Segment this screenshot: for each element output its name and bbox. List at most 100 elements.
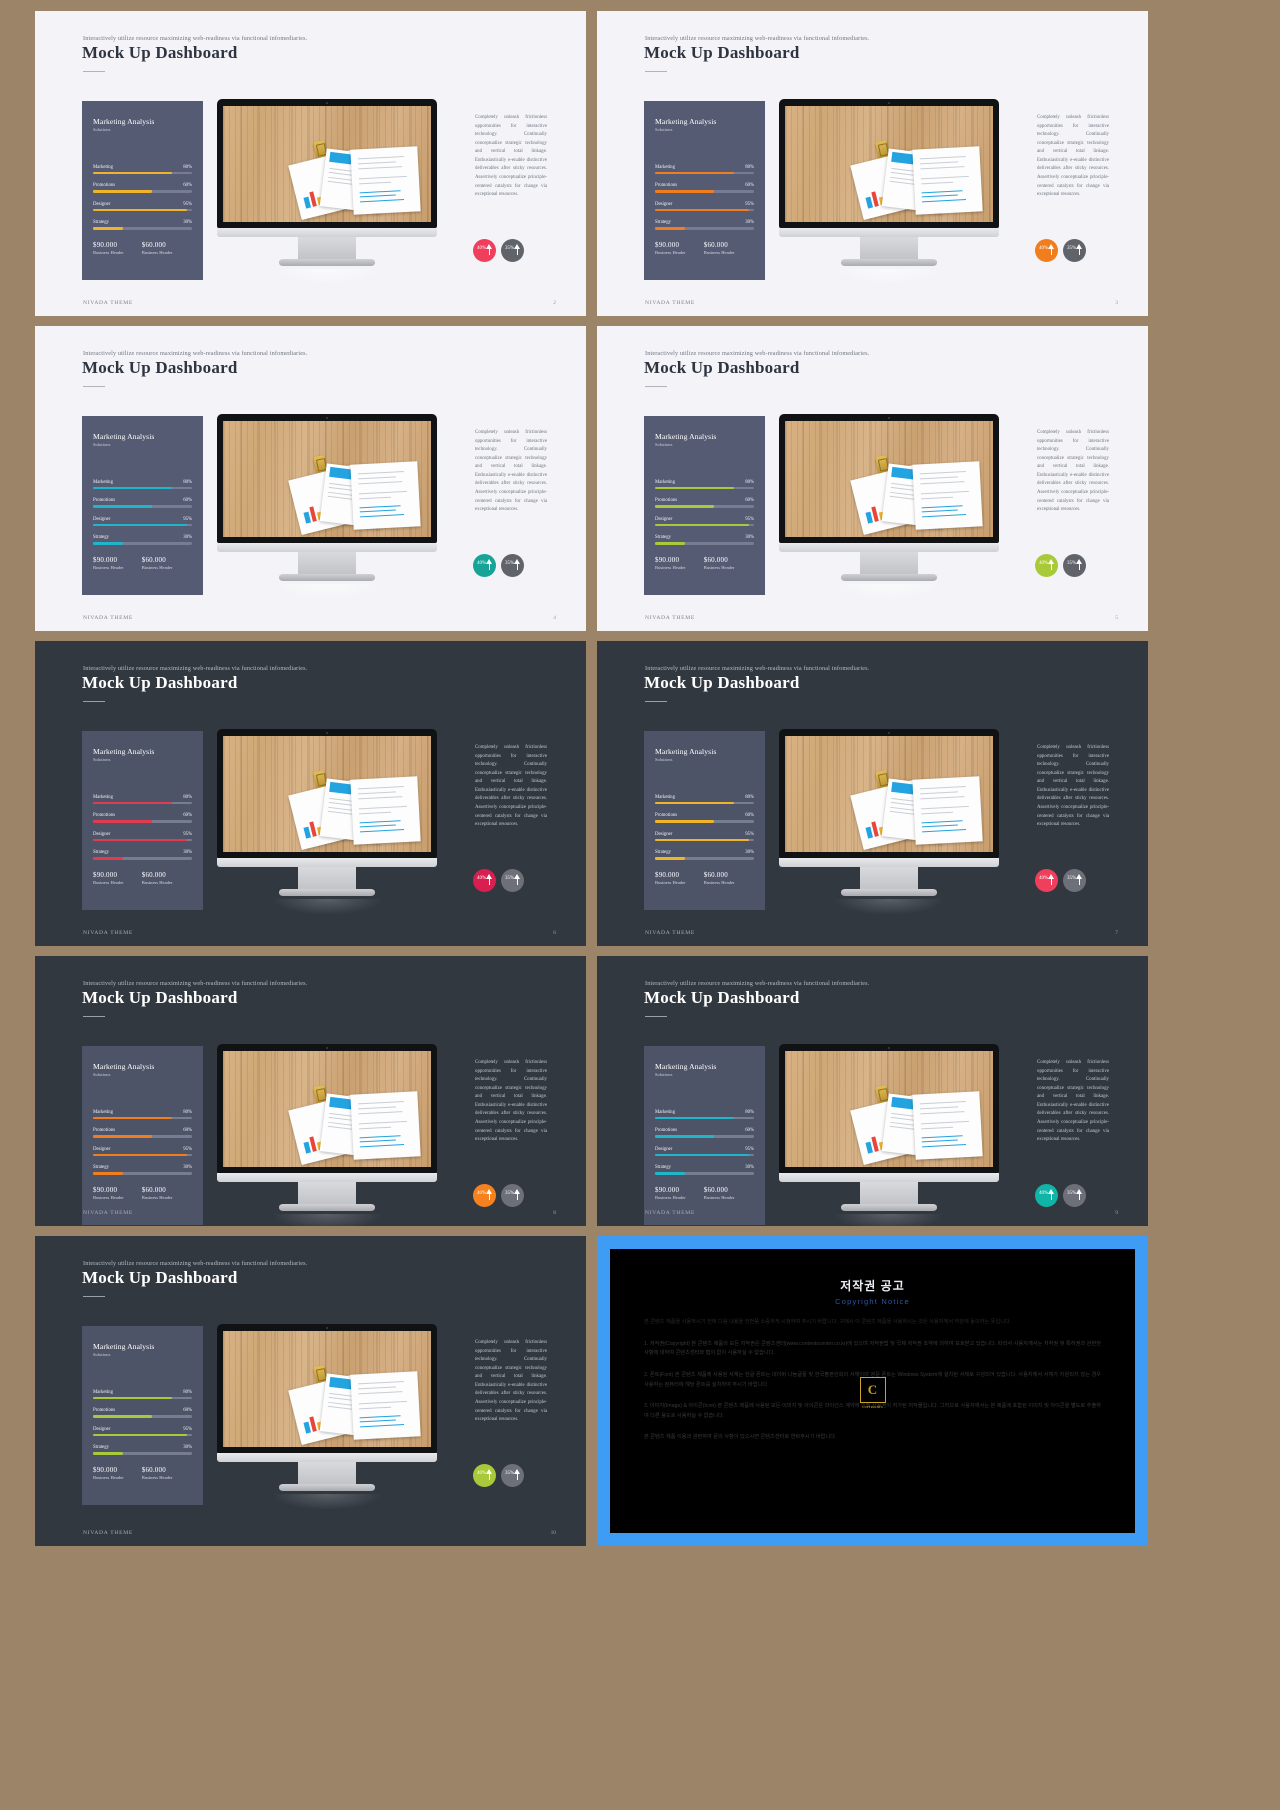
progress-bar-label: Strategy — [93, 220, 109, 226]
arrow-up-stem — [1050, 564, 1052, 570]
progress-bar-value: 30% — [183, 535, 192, 541]
progress-bar-value: 60% — [745, 183, 754, 189]
progress-bar-fill — [655, 857, 685, 860]
slide-title: Mock Up Dashboard — [644, 988, 800, 1007]
progress-bar-label: Promotions — [93, 1128, 116, 1134]
arrow-up-stem — [488, 1194, 490, 1200]
monitor-reflection — [833, 899, 945, 915]
progress-bar-fill — [655, 542, 685, 545]
slide-thumbnail[interactable]: Interactively utilize resource maximizin… — [597, 11, 1148, 316]
arrow-up-stem — [1078, 249, 1080, 255]
metric-badge[interactable]: 40% — [473, 869, 496, 892]
progress-bar-value: 60% — [183, 183, 192, 189]
metric-badge-percent: 40% — [1039, 246, 1049, 251]
progress-bar-row: Marketing 80% — [93, 480, 192, 490]
arrow-up-stem — [1050, 879, 1052, 885]
stat-block: $60.000 Business Header — [704, 871, 735, 885]
metric-badge[interactable]: 40% — [1035, 239, 1058, 262]
metric-badge[interactable]: 35% — [501, 1464, 524, 1487]
metric-badge[interactable]: 35% — [501, 869, 524, 892]
paper-document — [350, 1371, 421, 1440]
monitor-base — [841, 259, 937, 266]
metric-badge-percent: 40% — [1039, 876, 1049, 881]
metric-badge[interactable]: 35% — [501, 239, 524, 262]
monitor-neck — [860, 867, 918, 889]
marketing-analysis-card: Marketing Analysis Solutions Marketing 8… — [644, 101, 765, 280]
slide-thumbnail[interactable]: Interactively utilize resource maximizin… — [597, 326, 1148, 631]
progress-bar-fill — [655, 505, 715, 508]
progress-bar-value: 60% — [183, 1408, 192, 1414]
copyright-slide-inner: 저작권 공고 Copyright Notice C COPYRIGHTS 본 콘… — [610, 1249, 1135, 1533]
metric-badge[interactable]: 35% — [501, 1184, 524, 1207]
progress-bar-row: Promotions 60% — [93, 1408, 192, 1418]
slide-thumbnail[interactable]: Interactively utilize resource maximizin… — [597, 641, 1148, 946]
slide-title: Mock Up Dashboard — [644, 673, 800, 692]
slide-page-number: 8 — [553, 1210, 556, 1216]
progress-bar-row: Strategy 30% — [93, 1165, 192, 1175]
progress-bar-fill — [93, 487, 173, 490]
slide-thumbnail[interactable]: Interactively utilize resource maximizin… — [35, 956, 586, 1226]
copyright-slide[interactable]: 저작권 공고 Copyright Notice C COPYRIGHTS 본 콘… — [597, 1236, 1148, 1546]
progress-bar-value: 95% — [183, 201, 192, 207]
title-underline — [645, 701, 667, 702]
slide-thumbnail[interactable]: Interactively utilize resource maximizin… — [35, 11, 586, 316]
progress-bar-track — [93, 542, 192, 545]
progress-bar-value: 60% — [183, 498, 192, 504]
progress-bar-fill — [93, 1415, 153, 1418]
progress-bar-fill — [655, 523, 750, 527]
monitor-neck — [298, 552, 356, 574]
stat-label: Business Header — [655, 1194, 686, 1200]
progress-bar-value: 60% — [745, 498, 754, 504]
slide-thumbnail[interactable]: Interactively utilize resource maximizin… — [35, 326, 586, 631]
slide-title: Mock Up Dashboard — [82, 1268, 238, 1287]
metric-badge[interactable]: 40% — [1035, 554, 1058, 577]
monitor-reflection — [271, 1494, 383, 1510]
progress-bar-value: 80% — [183, 480, 192, 485]
metric-badge[interactable]: 40% — [473, 554, 496, 577]
slide-thumbnail[interactable]: Interactively utilize resource maximizin… — [35, 1236, 586, 1546]
metric-badge[interactable]: 35% — [1063, 1184, 1086, 1207]
progress-bar-row: Designer 95% — [655, 832, 754, 842]
progress-bar-track — [655, 505, 754, 508]
imac-mockup — [779, 99, 999, 285]
webcam-icon — [326, 1047, 328, 1049]
title-underline — [645, 1016, 667, 1017]
stat-label: Business Header — [93, 1194, 124, 1200]
progress-bar-row: Promotions 60% — [655, 183, 754, 193]
imac-mockup — [217, 414, 437, 600]
progress-bar-value: 60% — [183, 813, 192, 819]
metric-badge[interactable]: 35% — [1063, 554, 1086, 577]
metric-badge[interactable]: 40% — [1035, 1184, 1058, 1207]
progress-bar-track — [93, 802, 192, 805]
metric-badge[interactable]: 40% — [1035, 869, 1058, 892]
monitor-neck — [298, 1462, 356, 1484]
stat-block: $60.000 Business Header — [142, 871, 173, 885]
monitor-reflection — [833, 269, 945, 285]
progress-bar-fill — [655, 802, 735, 805]
progress-bar-row: Strategy 30% — [655, 535, 754, 545]
slide-page-number: 2 — [553, 300, 556, 306]
webcam-icon — [326, 732, 328, 734]
progress-bar-track — [655, 802, 754, 805]
title-underline — [83, 1296, 105, 1297]
metric-badge[interactable]: 35% — [501, 554, 524, 577]
stat-value: $90.000 — [93, 1465, 118, 1474]
slide-thumbnail[interactable]: Interactively utilize resource maximizin… — [597, 956, 1148, 1226]
arrow-up-stem — [1078, 564, 1080, 570]
card-title: Marketing Analysis — [655, 117, 717, 126]
progress-bar-value: 30% — [745, 220, 754, 226]
metric-badge[interactable]: 40% — [473, 239, 496, 262]
card-title: Marketing Analysis — [93, 1342, 155, 1351]
progress-bar-list: Marketing 80% Promotions 60% Designer 95… — [655, 795, 754, 860]
metric-badge[interactable]: 40% — [473, 1464, 496, 1487]
metric-badge[interactable]: 40% — [473, 1184, 496, 1207]
metric-badge[interactable]: 35% — [1063, 869, 1086, 892]
stat-block: $90.000 Business Header — [93, 1466, 124, 1480]
slide-thumbnail[interactable]: Interactively utilize resource maximizin… — [35, 641, 586, 946]
stat-value: $90.000 — [655, 1185, 680, 1194]
metric-badge[interactable]: 35% — [1063, 239, 1086, 262]
stat-row: $90.000 Business Header $60.000 Business… — [93, 241, 192, 255]
stat-value: $60.000 — [703, 240, 728, 249]
stat-value: $60.000 — [141, 870, 166, 879]
stat-row: $90.000 Business Header $60.000 Business… — [655, 1186, 754, 1200]
